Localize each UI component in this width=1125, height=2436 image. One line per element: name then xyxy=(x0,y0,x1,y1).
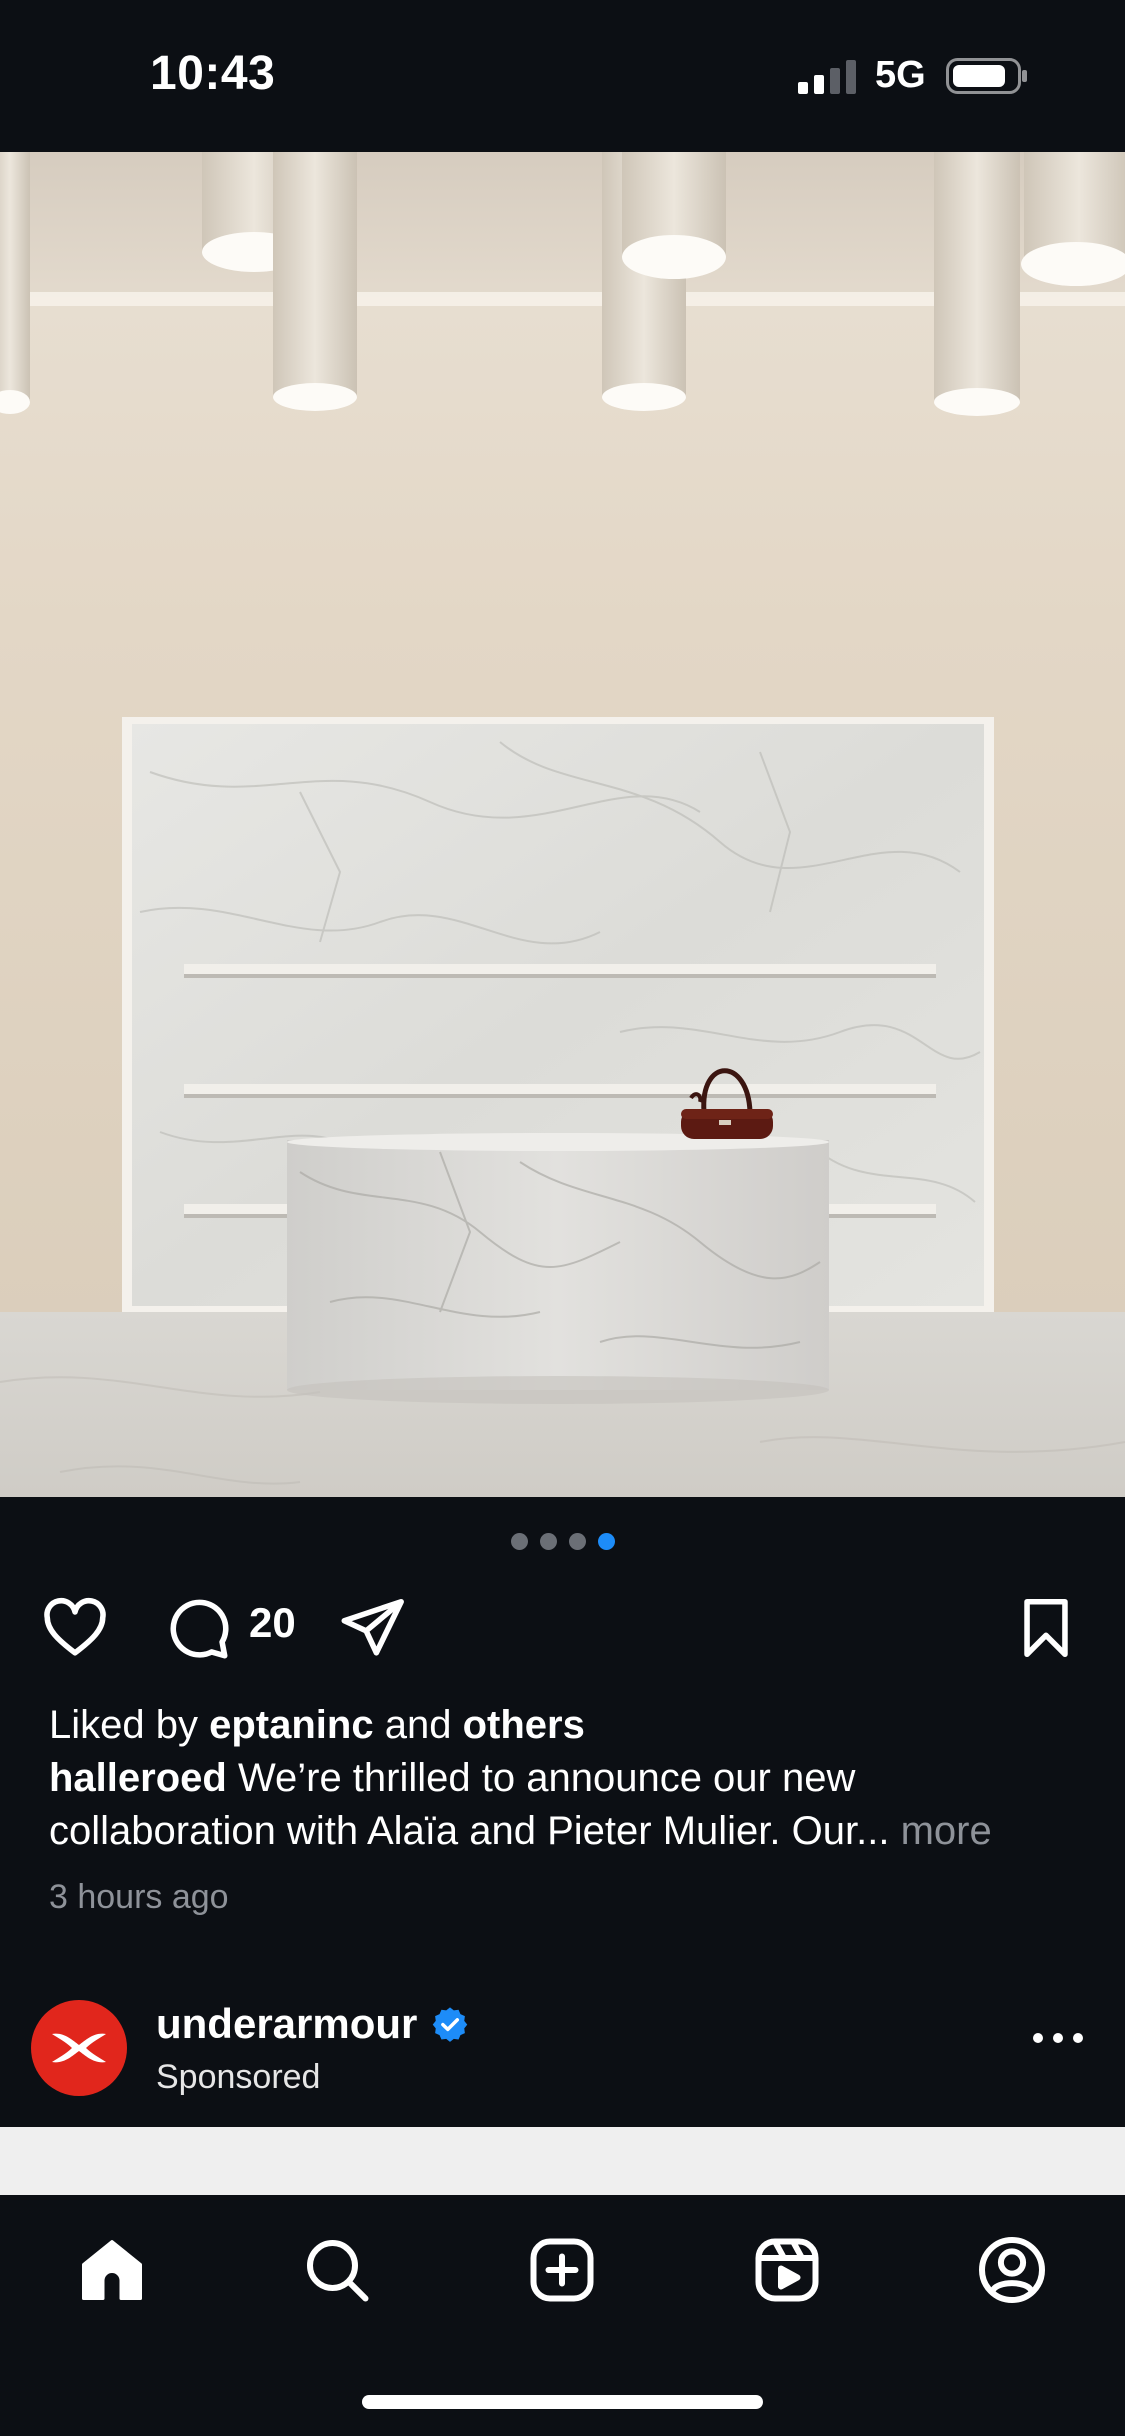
post-image[interactable] xyxy=(0,152,1125,1497)
under-armour-logo[interactable] xyxy=(31,2000,127,2096)
carousel-dot xyxy=(510,1533,528,1550)
carousel-indicator xyxy=(0,1533,1125,1553)
home-indicator[interactable] xyxy=(362,2395,763,2409)
create-icon[interactable] xyxy=(517,2225,607,2315)
status-bar: 10:43 5G xyxy=(0,0,1125,152)
carousel-dot-active xyxy=(597,1533,615,1550)
reels-icon[interactable] xyxy=(742,2225,832,2315)
sponsored-post-header: underarmour Sponsored xyxy=(0,1990,1125,2130)
carousel-dot xyxy=(568,1533,586,1550)
next-post-image-preview[interactable] xyxy=(0,2127,1125,2195)
network-type: 5G xyxy=(875,54,926,96)
liked-by-text: Liked by eptaninc and others xyxy=(49,1700,1089,1750)
post-action-bar: 20 xyxy=(0,1585,1125,1665)
sponsor-username[interactable]: underarmour xyxy=(156,2000,417,2048)
sponsor-name-row: underarmour xyxy=(156,2000,469,2048)
profile-icon[interactable] xyxy=(967,2225,1057,2315)
paper-plane-icon[interactable] xyxy=(337,1593,407,1663)
carousel-dot xyxy=(539,1533,557,1550)
caption-line1: We’re thrilled to announce our new xyxy=(226,1756,856,1800)
status-time: 10:43 xyxy=(150,47,276,100)
caption-text-continued: collaboration with Alaïa and Pieter Muli… xyxy=(49,1806,1089,1856)
comment-bubble-icon[interactable] xyxy=(162,1593,232,1663)
verified-badge-icon xyxy=(433,2007,468,2042)
post-timestamp: 3 hours ago xyxy=(49,1878,229,1916)
bookmark-icon[interactable] xyxy=(1011,1593,1081,1663)
liked-by-middle: and xyxy=(373,1703,463,1747)
battery-icon xyxy=(946,58,1027,94)
cellular-signal-icon xyxy=(798,60,856,94)
caption-text: halleroed We’re thrilled to announce our… xyxy=(49,1753,1089,1803)
caption-username[interactable]: halleroed xyxy=(49,1756,227,1800)
more-options-icon[interactable] xyxy=(1030,2028,1086,2048)
liked-by-others[interactable]: others xyxy=(463,1703,585,1747)
liked-by-user[interactable]: eptaninc xyxy=(209,1703,373,1747)
heart-icon[interactable] xyxy=(40,1593,110,1663)
liked-by-prefix: Liked by xyxy=(49,1703,210,1747)
search-icon[interactable] xyxy=(292,2225,382,2315)
caption-more-link[interactable]: more xyxy=(889,1809,992,1853)
home-icon[interactable] xyxy=(67,2225,157,2315)
caption-line2: collaboration with Alaïa and Pieter Muli… xyxy=(49,1809,890,1853)
sponsored-label: Sponsored xyxy=(156,2058,321,2096)
comment-count[interactable]: 20 xyxy=(249,1599,296,1647)
post-caption-area: Liked by eptaninc and others halleroed W… xyxy=(49,1700,1089,1922)
